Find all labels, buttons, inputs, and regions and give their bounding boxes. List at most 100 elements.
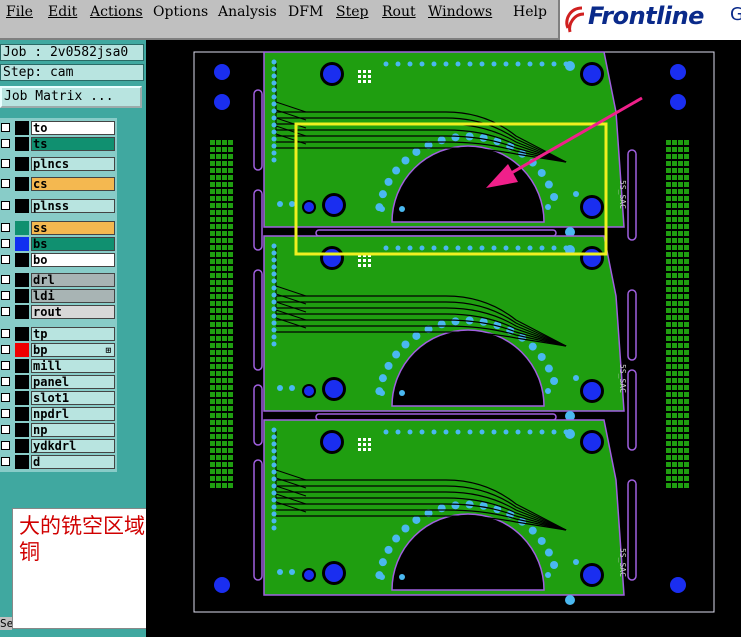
layer-name[interactable]: cs — [31, 177, 115, 191]
layer-checkbox[interactable] — [1, 223, 10, 232]
menu-edit[interactable]: Edit — [48, 4, 77, 20]
layer-color-swatch[interactable] — [15, 407, 29, 421]
menu-options[interactable]: Options — [153, 4, 208, 20]
layer-color-swatch[interactable] — [15, 455, 29, 469]
layer-row-panel[interactable]: panel — [0, 374, 117, 390]
layer-color-swatch[interactable] — [15, 273, 29, 287]
menu-analysis[interactable]: Analysis — [218, 4, 277, 20]
layer-row-ydkdrl[interactable]: ydkdrl — [0, 438, 117, 454]
layer-checkbox[interactable] — [1, 329, 10, 338]
layer-name[interactable]: slot1 — [31, 391, 115, 405]
layer-color-swatch[interactable] — [15, 391, 29, 405]
layer-row-d[interactable]: d — [0, 454, 117, 470]
side-dot-array-right — [672, 294, 677, 299]
layer-checkbox[interactable] — [1, 345, 10, 354]
layer-color-swatch[interactable] — [15, 221, 29, 235]
layer-checkbox[interactable] — [1, 377, 10, 386]
layer-name[interactable]: plnss — [31, 199, 115, 213]
layer-checkbox[interactable] — [1, 275, 10, 284]
layer-name[interactable]: tp — [31, 327, 115, 341]
layer-checkbox[interactable] — [1, 139, 10, 148]
arc-via — [451, 501, 460, 510]
layer-name[interactable]: rout — [31, 305, 115, 319]
layer-row-bs[interactable]: bs — [0, 236, 117, 252]
layer-row-plnss[interactable]: plnss — [0, 198, 117, 214]
layer-name[interactable]: drl — [31, 273, 115, 287]
layer-row-np[interactable]: np — [0, 422, 117, 438]
layer-color-swatch[interactable] — [15, 327, 29, 341]
layer-name[interactable]: panel — [31, 375, 115, 389]
layer-row-ss[interactable]: ss — [0, 220, 117, 236]
layer-checkbox[interactable] — [1, 179, 10, 188]
layer-name[interactable]: np — [31, 423, 115, 437]
layer-row-bo[interactable]: bo — [0, 252, 117, 268]
tooling-hole — [214, 64, 230, 80]
side-dot-array-right — [666, 378, 671, 383]
menu-rout[interactable]: Rout — [382, 4, 416, 20]
side-dot-array-left — [216, 455, 221, 460]
layer-name[interactable]: bp ⊞ — [31, 343, 115, 357]
layer-color-swatch[interactable] — [15, 237, 29, 251]
layer-name[interactable]: npdrl — [31, 407, 115, 421]
menu-step[interactable]: Step — [336, 4, 368, 20]
layer-row-to[interactable]: to — [0, 120, 117, 136]
menu-windows[interactable]: Windows — [428, 4, 492, 20]
layer-name[interactable]: mill — [31, 359, 115, 373]
layer-row-tp[interactable]: tp — [0, 326, 117, 342]
layer-checkbox[interactable] — [1, 393, 10, 402]
menu-actions[interactable]: Actions — [90, 4, 143, 20]
side-dot-array-right — [684, 301, 689, 306]
layer-color-swatch[interactable] — [15, 289, 29, 303]
layer-row-mill[interactable]: mill — [0, 358, 117, 374]
layer-name[interactable]: plncs — [31, 157, 115, 171]
layer-color-swatch[interactable] — [15, 305, 29, 319]
layer-color-swatch[interactable] — [15, 359, 29, 373]
layer-name[interactable]: ldi — [31, 289, 115, 303]
layer-row-cs[interactable]: cs — [0, 176, 117, 192]
layer-name[interactable]: to — [31, 121, 115, 135]
layer-checkbox[interactable] — [1, 123, 10, 132]
layer-checkbox[interactable] — [1, 201, 10, 210]
layer-checkbox[interactable] — [1, 409, 10, 418]
layer-row-plncs[interactable]: plncs — [0, 156, 117, 172]
job-matrix-button[interactable]: Job Matrix ... — [0, 86, 142, 108]
pad — [565, 429, 575, 439]
layer-name[interactable]: ts — [31, 137, 115, 151]
layer-name[interactable]: ydkdrl — [31, 439, 115, 453]
layer-checkbox[interactable] — [1, 361, 10, 370]
layer-checkbox[interactable] — [1, 457, 10, 466]
layer-color-swatch[interactable] — [15, 375, 29, 389]
layer-row-ts[interactable]: ts — [0, 136, 117, 152]
layer-color-swatch[interactable] — [15, 121, 29, 135]
layer-checkbox[interactable] — [1, 291, 10, 300]
layer-checkbox[interactable] — [1, 255, 10, 264]
layer-name[interactable]: bo — [31, 253, 115, 267]
layer-color-swatch[interactable] — [15, 157, 29, 171]
layer-color-swatch[interactable] — [15, 439, 29, 453]
layer-row-npdrl[interactable]: npdrl — [0, 406, 117, 422]
layer-color-swatch[interactable] — [15, 253, 29, 267]
layer-name[interactable]: ss — [31, 221, 115, 235]
layer-color-swatch[interactable] — [15, 177, 29, 191]
layer-row-ldi[interactable]: ldi — [0, 288, 117, 304]
pcb-canvas[interactable]: 5S_SAC 5S_SAC 5S_SAC — [146, 40, 741, 637]
layer-color-swatch[interactable] — [15, 343, 29, 357]
layer-row-rout[interactable]: rout — [0, 304, 117, 320]
layer-name[interactable]: bs — [31, 237, 115, 251]
layer-row-slot1[interactable]: slot1 — [0, 390, 117, 406]
layer-checkbox[interactable] — [1, 159, 10, 168]
layer-row-drl[interactable]: drl — [0, 272, 117, 288]
layer-name[interactable]: d — [31, 455, 115, 469]
layer-checkbox[interactable] — [1, 425, 10, 434]
layer-checkbox[interactable] — [1, 441, 10, 450]
menu-file[interactable]: File — [6, 4, 33, 20]
layer-color-swatch[interactable] — [15, 137, 29, 151]
menu-dfm[interactable]: DFM — [288, 4, 323, 20]
menu-help[interactable]: Help — [513, 4, 547, 20]
expand-icon[interactable]: ⊞ — [106, 345, 111, 357]
layer-color-swatch[interactable] — [15, 199, 29, 213]
layer-color-swatch[interactable] — [15, 423, 29, 437]
layer-row-bp[interactable]: bp ⊞ — [0, 342, 117, 358]
layer-checkbox[interactable] — [1, 239, 10, 248]
layer-checkbox[interactable] — [1, 307, 10, 316]
